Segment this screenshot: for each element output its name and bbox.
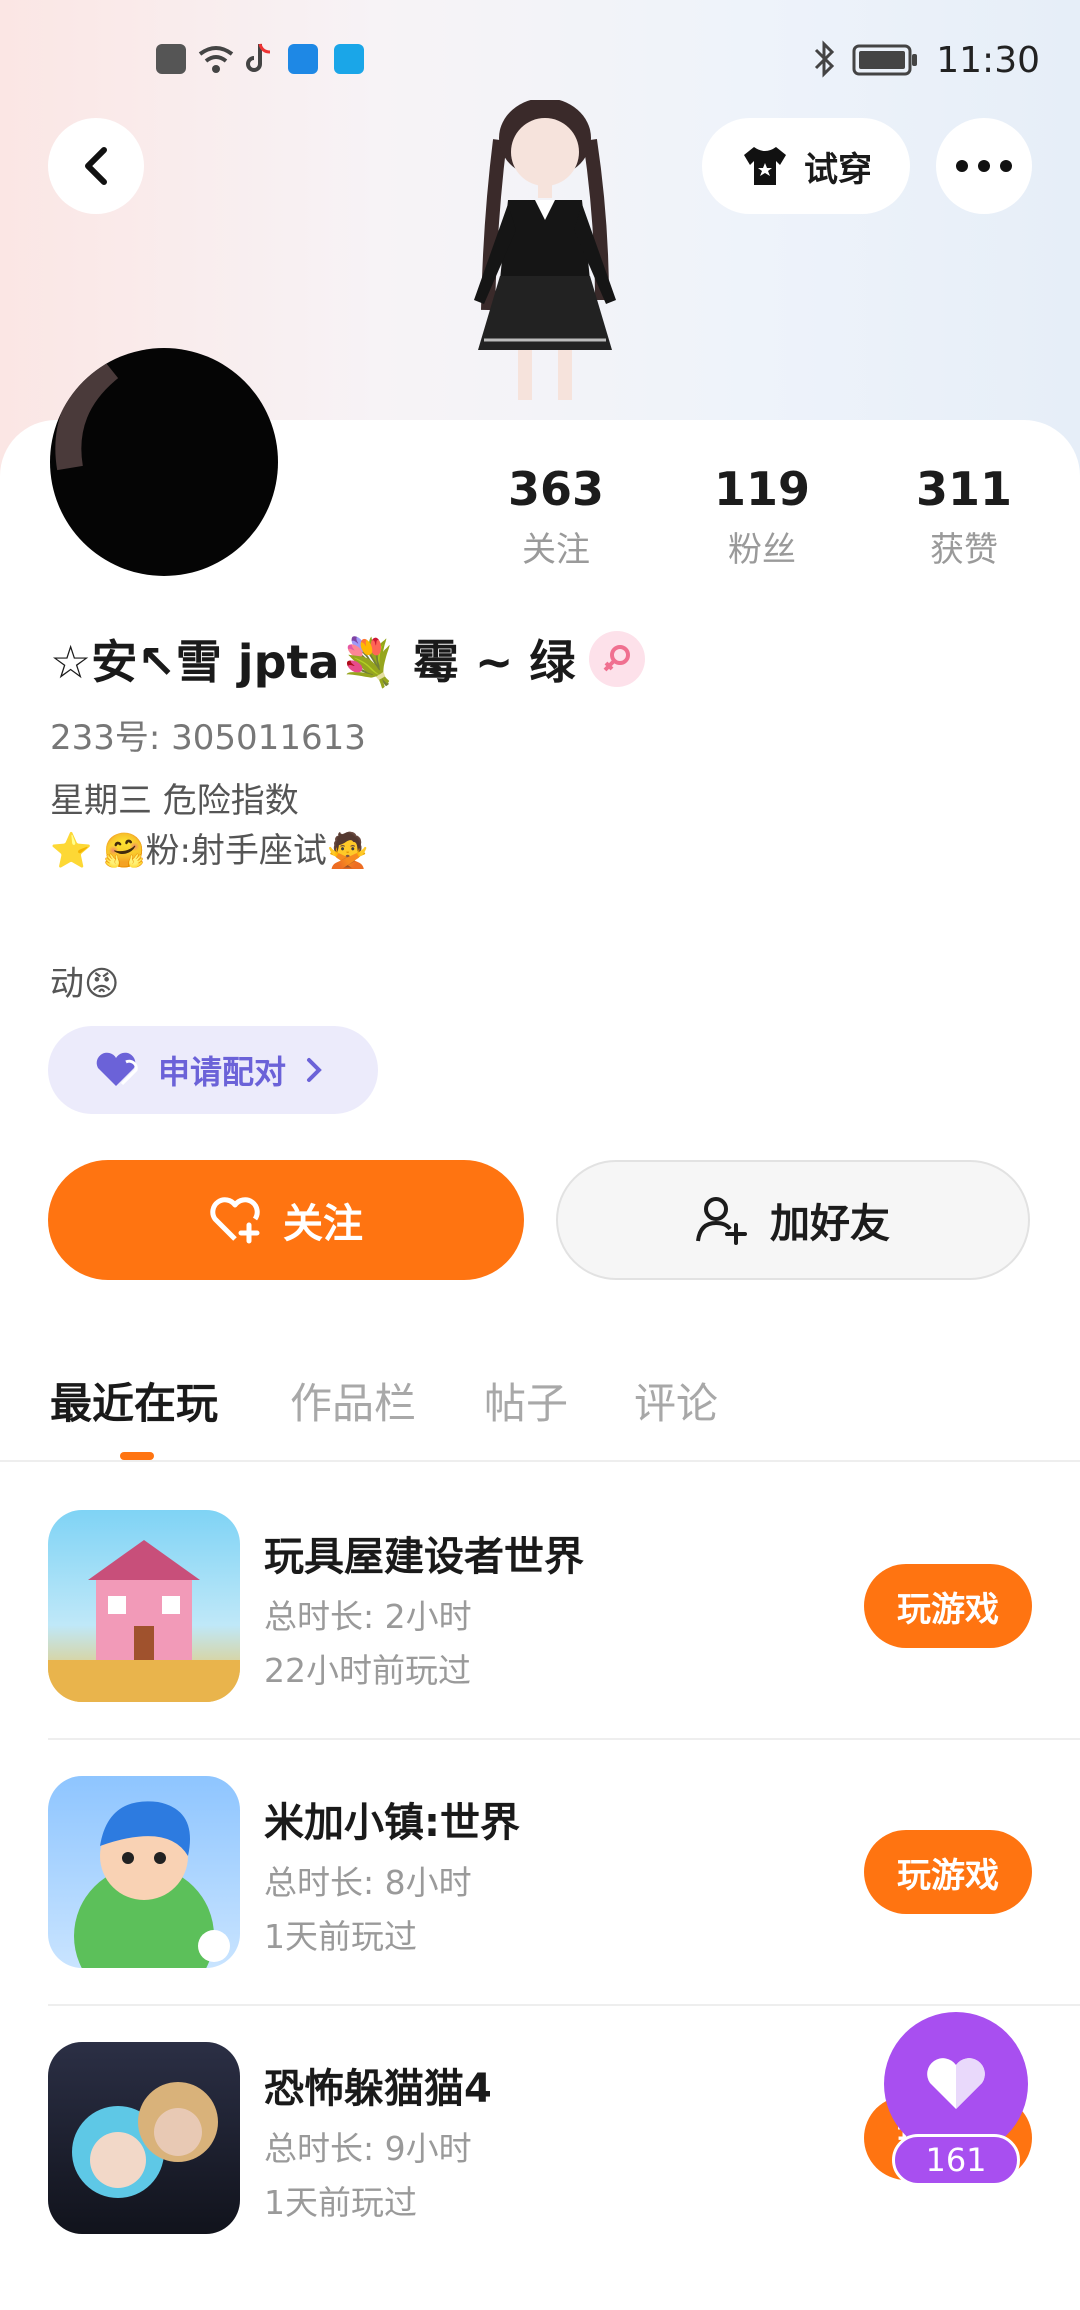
apply-pair-label: 申请配对 [158, 1053, 287, 1091]
list-item[interactable]: 玩具屋建设者世界 总时长: 2小时 22小时前玩过 玩游戏 [48, 1510, 1032, 1776]
play-game-button[interactable]: 玩游戏 [864, 1830, 1032, 1914]
chevron-left-icon [85, 147, 107, 185]
back-button[interactable] [48, 118, 144, 214]
game-last-played: 1天前玩过 [264, 2183, 417, 2222]
game-duration: 总时长: 2小时 [264, 1597, 472, 1636]
search-app-icon [334, 44, 364, 74]
row-divider [48, 2004, 1080, 2006]
stat-likes-label: 获赞 [930, 530, 998, 570]
tshirt-icon [744, 147, 786, 185]
add-friend-icon [696, 1197, 747, 1245]
try-on-label: 试穿 [804, 149, 872, 190]
active-tab-indicator [120, 1452, 154, 1460]
tab-works[interactable]: 作品栏 [290, 1370, 416, 1431]
game-title: 恐怖躲猫猫4 [264, 2066, 492, 2112]
game-title: 米加小镇:世界 [264, 1800, 520, 1846]
tabs-divider [0, 1460, 1080, 1462]
add-friend-button[interactable]: 加好友 [556, 1160, 1030, 1280]
play-game-button[interactable]: 玩游戏 [864, 1564, 1032, 1648]
follow-label: 关注 [283, 1201, 363, 1247]
heart-plus-icon [210, 1197, 260, 1244]
game-icon-toy-house[interactable] [48, 1510, 240, 1702]
more-dots-icon [956, 160, 1012, 172]
row-divider [48, 1738, 1080, 1740]
stat-followers-count: 119 [713, 462, 811, 516]
avatar-character-figure [474, 100, 616, 400]
status-bar: 11:30 [0, 40, 1080, 84]
list-item[interactable]: 米加小镇:世界 总时长: 8小时 1天前玩过 玩游戏 [48, 1776, 1032, 2042]
tab-recently-played[interactable]: 最近在玩 [50, 1370, 218, 1431]
game-icon-horror-hide-seek[interactable] [48, 2042, 240, 2234]
alert-icon [156, 44, 186, 74]
game-duration: 总时长: 8小时 [264, 1863, 472, 1902]
add-friend-label: 加好友 [770, 1201, 890, 1247]
chevron-right-icon [307, 1058, 322, 1082]
profile-bio-extra: 动😡 [50, 964, 120, 1004]
profile-tabs: 最近在玩 作品栏 帖子 评论 [0, 1364, 1080, 1464]
female-gender-icon [589, 631, 646, 687]
user-id: 233号: 305011613 [50, 718, 366, 758]
stat-likes-count: 311 [915, 462, 1013, 516]
more-options-button[interactable] [936, 118, 1032, 214]
follow-button[interactable]: 关注 [48, 1160, 524, 1280]
stat-followers-label: 粉丝 [728, 530, 796, 570]
stat-followers[interactable]: 119 粉丝 [682, 462, 842, 571]
stat-following-count: 363 [507, 462, 605, 516]
bluetooth-icon [814, 40, 835, 78]
tab-comments[interactable]: 评论 [634, 1370, 718, 1431]
try-on-button[interactable]: 试穿 [702, 118, 910, 214]
profile-name-row: ☆安↖雪 jpta💐 霉 ~ 绿 [50, 626, 646, 692]
avatar[interactable] [50, 348, 278, 576]
heart-icon [927, 2058, 985, 2109]
hearts-icon [96, 1052, 138, 1086]
profile-name: ☆安↖雪 jpta💐 霉 ~ 绿 [50, 635, 576, 689]
game-duration: 总时长: 9小时 [264, 2129, 472, 2168]
floating-like-count: 161 [892, 2134, 1020, 2186]
stat-likes[interactable]: 311 获赞 [884, 462, 1044, 571]
game-last-played: 1天前玩过 [264, 1917, 417, 1956]
battery-icon [852, 44, 917, 76]
apply-pair-button[interactable]: 申请配对 [48, 1026, 378, 1114]
avatar-braid-graphic [55, 357, 119, 471]
profile-bio: 星期三 危险指数 ⭐ 🤗粉:射手座试🙅 [50, 781, 370, 871]
wifi-icon [198, 46, 234, 73]
game-title: 玩具屋建设者世界 [264, 1534, 584, 1580]
tab-posts[interactable]: 帖子 [484, 1370, 568, 1431]
weather-app-icon [288, 44, 318, 74]
game-icon-miga-town[interactable] [48, 1776, 240, 1968]
game-last-played: 22小时前玩过 [264, 1651, 471, 1690]
stat-following-label: 关注 [522, 530, 590, 570]
status-time: 11:30 [936, 40, 1040, 81]
tiktok-icon [246, 43, 271, 72]
stat-following[interactable]: 363 关注 [476, 462, 636, 571]
